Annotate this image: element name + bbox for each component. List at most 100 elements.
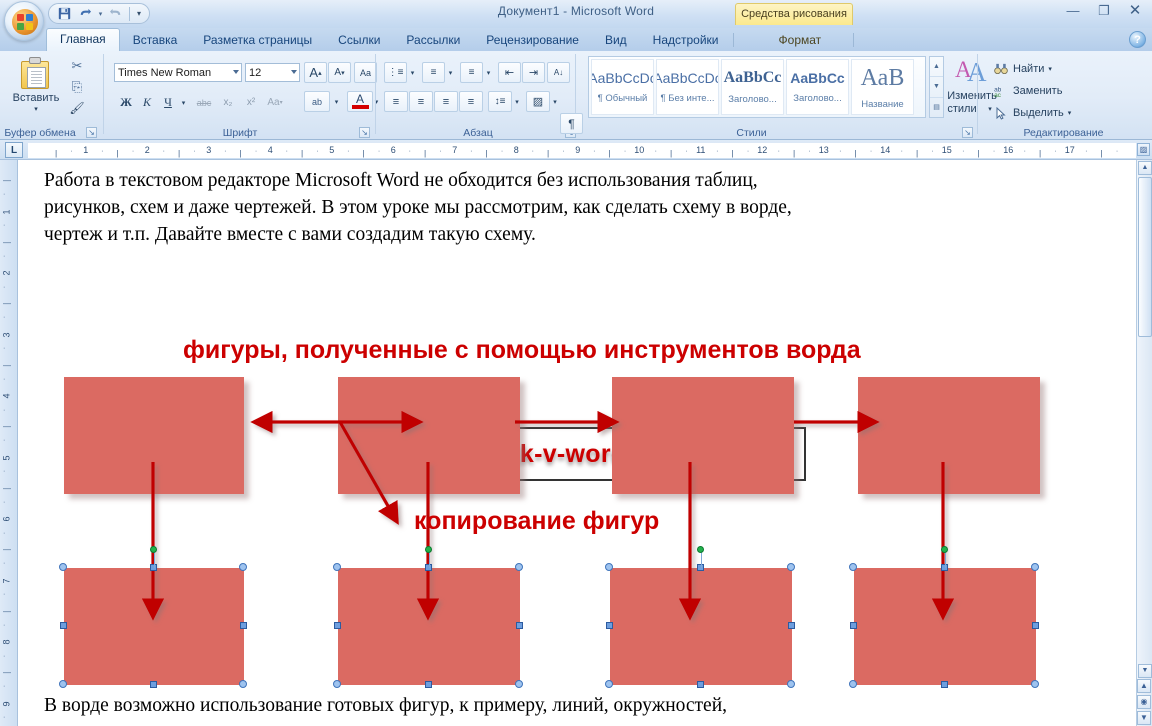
handle-corner-bl-shape-3[interactable] [605,680,613,688]
underline-button[interactable]: Ч [158,92,178,113]
line-spacing-dropdown-arrow[interactable]: ▾ [512,91,522,112]
tab-view[interactable]: Вид [592,29,640,51]
handle-corner-bl-shape-2[interactable] [333,680,341,688]
multilevel-list-button[interactable]: ≡ [460,62,483,83]
find-button[interactable]: Найти ▾ [993,59,1052,79]
align-center-button[interactable]: ≡ [409,91,433,112]
handle-mid-bottom-shape-4[interactable] [940,680,948,688]
numbering-dropdown-arrow[interactable]: ▾ [445,62,456,83]
align-right-button[interactable]: ≡ [434,91,458,112]
document-canvas[interactable]: Работа в текстовом редакторе Microsoft W… [18,160,1152,726]
select-button[interactable]: Выделить ▾ [993,103,1071,123]
tab-addins[interactable]: Надстройки [640,29,732,51]
previous-page-button[interactable]: ▲ [1137,679,1151,693]
handle-corner-bl-shape-1[interactable] [59,680,67,688]
handle-mid-top-shape-4[interactable] [940,563,948,571]
tab-page-layout[interactable]: Разметка страницы [190,29,325,51]
horizontal-ruler[interactable]: L | · 1 · | · 2 · | · 3 · | · 4 · | · 5 · | · 6 · | · 7 · | · 8 · | · 9 · | ·… [0,140,1152,160]
handle-mid-left-shape-2[interactable] [333,622,341,629]
find-dropdown-arrow[interactable]: ▾ [1048,65,1052,73]
shape-rect-bottom-1[interactable] [64,568,244,685]
handle-corner-br-shape-4[interactable] [1031,680,1039,688]
handle-mid-left-shape-1[interactable] [59,622,67,629]
handle-mid-right-shape-2[interactable] [515,622,523,629]
copy-icon[interactable]: ⎘ [66,77,88,97]
italic-button[interactable]: К [137,92,157,113]
grow-font-button[interactable]: A ▴ [304,62,327,83]
styles-dialog-launcher[interactable]: ↘ [962,127,973,138]
shape-rect-top-1[interactable] [64,377,244,494]
superscript-button[interactable]: x² [240,92,262,113]
scroll-up-button[interactable]: ▲ [1138,161,1152,175]
handle-corner-tr-shape-2[interactable] [515,563,523,571]
font-family-combo[interactable]: Times New Roman [114,63,242,82]
cut-icon[interactable]: ✂ [66,56,88,76]
handle-corner-br-shape-2[interactable] [515,680,523,688]
scroll-thumb[interactable] [1138,177,1152,337]
handle-mid-right-shape-1[interactable] [239,622,247,629]
style-item-heading1[interactable]: AaBbCс Заголово... [721,59,784,115]
rotation-handle-shape-4[interactable] [941,546,948,553]
shape-rect-top-3[interactable] [612,377,794,494]
shading-dropdown-arrow[interactable]: ▾ [550,91,560,112]
next-page-button[interactable]: ▼ [1137,711,1151,725]
handle-corner-bl-shape-4[interactable] [849,680,857,688]
style-item-normal[interactable]: AaBbCcDc ¶ Обычный [591,59,654,115]
rotation-handle-shape-2[interactable] [425,546,432,553]
ruler-corner-button[interactable]: ▨ [1137,143,1150,156]
paste-dropdown-arrow[interactable]: ▾ [8,104,64,114]
justify-button[interactable]: ≡ [459,91,483,112]
numbering-button[interactable]: ≡ [422,62,445,83]
handle-mid-left-shape-3[interactable] [605,622,613,629]
restore-button[interactable]: ❐ [1093,2,1115,20]
handle-corner-tr-shape-1[interactable] [239,563,247,571]
handle-corner-tl-shape-3[interactable] [605,563,613,571]
handle-mid-bottom-shape-3[interactable] [696,680,704,688]
style-item-heading2[interactable]: AaBbCc Заголово... [786,59,849,115]
select-browse-object-button[interactable]: ◉ [1137,695,1151,709]
tab-references[interactable]: Ссылки [325,29,393,51]
paste-button-label[interactable]: Вставить [8,91,64,105]
shape-rect-bottom-2[interactable] [338,568,520,685]
handle-mid-bottom-shape-2[interactable] [424,680,432,688]
handle-mid-right-shape-3[interactable] [787,622,795,629]
bullets-dropdown-arrow[interactable]: ▾ [407,62,418,83]
change-case-button[interactable]: Aa ▾ [263,92,287,113]
vertical-ruler[interactable]: — · 1 · — · 2 · — · 3 · — · 4 · — · 5 · — · 6 · — · 7 · — · 8 · — · 9 · [0,160,18,726]
shape-rect-top-4[interactable] [858,377,1040,494]
handle-mid-top-shape-2[interactable] [424,563,432,571]
change-styles-label-line2[interactable]: стили [938,102,986,115]
tab-home[interactable]: Главная [46,28,120,51]
tab-stop-selector[interactable]: L [5,142,23,158]
increase-indent-button[interactable]: ⇥ [522,62,545,83]
scroll-down-button[interactable]: ▼ [1138,664,1152,678]
shape-rect-bottom-4[interactable] [854,568,1036,685]
handle-corner-br-shape-3[interactable] [787,680,795,688]
font-color-button[interactable]: A [347,91,373,112]
handle-corner-tl-shape-2[interactable] [333,563,341,571]
document-page[interactable]: Работа в текстовом редакторе Microsoft W… [18,160,1138,726]
vertical-scrollbar[interactable]: ▲ ▼ ▲ ◉ ▼ [1136,160,1152,726]
highlight-dropdown-arrow[interactable]: ▾ [331,91,342,112]
office-button[interactable] [4,1,44,41]
handle-corner-tr-shape-3[interactable] [787,563,795,571]
font-size-combo[interactable]: 12 [245,63,300,82]
underline-dropdown-arrow[interactable]: ▾ [178,92,189,113]
help-icon[interactable]: ? [1129,31,1146,48]
shape-rect-bottom-3[interactable] [610,568,792,685]
handle-mid-top-shape-1[interactable] [149,563,157,571]
tab-review[interactable]: Рецензирование [473,29,592,51]
close-button[interactable]: ✕ [1124,2,1146,20]
replace-button[interactable]: ab ac Заменить [993,81,1063,101]
handle-corner-br-shape-1[interactable] [239,680,247,688]
shape-rect-top-2[interactable] [338,377,520,494]
multilevel-dropdown-arrow[interactable]: ▾ [483,62,494,83]
styles-scroll-up-button[interactable]: ▲ [930,57,943,78]
clear-formatting-button[interactable]: Aa [354,62,377,83]
handle-mid-right-shape-4[interactable] [1031,622,1039,629]
select-dropdown-arrow[interactable]: ▾ [1068,109,1072,117]
line-spacing-button[interactable]: ↕≡ [488,91,512,112]
tab-mailings[interactable]: Рассылки [393,29,473,51]
handle-corner-tr-shape-4[interactable] [1031,563,1039,571]
clipboard-dialog-launcher[interactable]: ↘ [86,127,97,138]
